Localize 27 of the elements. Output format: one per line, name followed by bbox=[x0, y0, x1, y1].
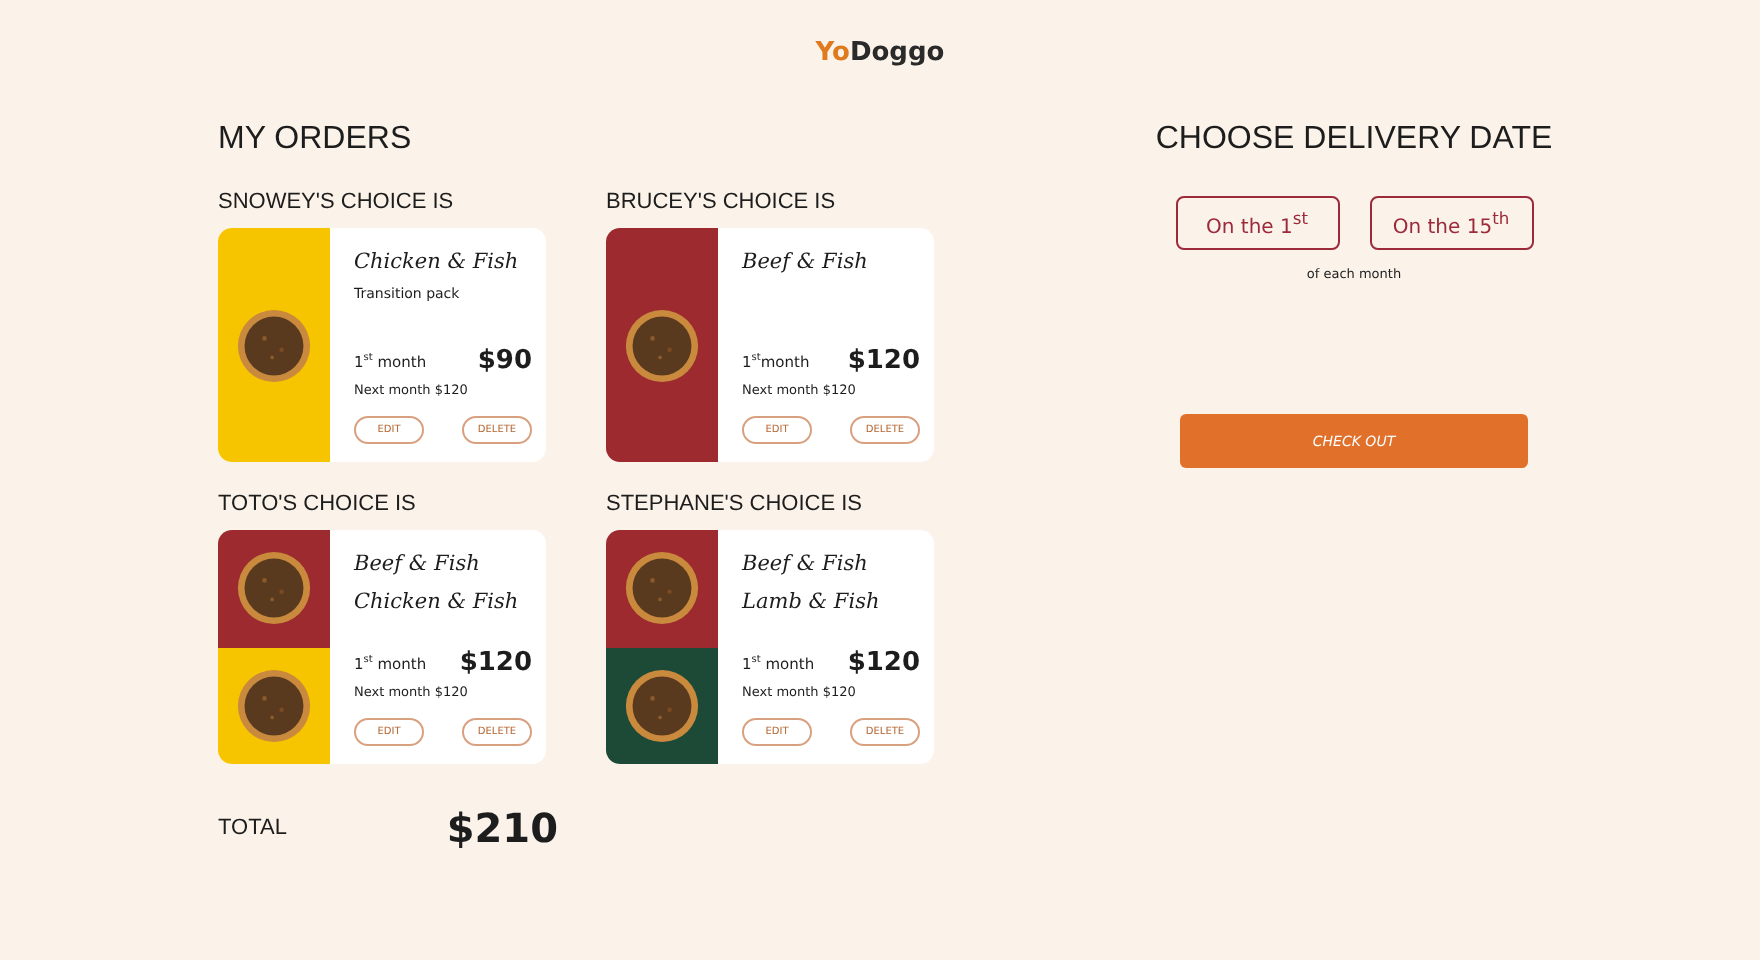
pet-choice-label: STEPHANE'S CHOICE IS bbox=[606, 492, 865, 516]
recipe-name: Chicken & Fish bbox=[354, 248, 521, 278]
food-bowl-icon bbox=[236, 550, 312, 627]
delivery-date-button[interactable]: On the 1$^{st}$ bbox=[1175, 196, 1339, 250]
food-bowl-icon bbox=[236, 307, 312, 383]
recipe-name: Chicken & Fish bbox=[354, 588, 521, 618]
recipe-name: Beef & Fish bbox=[742, 248, 870, 278]
price: $90 bbox=[477, 346, 532, 376]
food-bowl-icon bbox=[624, 550, 700, 627]
price: $120 bbox=[847, 346, 920, 376]
logo[interactable]: YoDoggo bbox=[815, 38, 945, 68]
food-bowl-icon bbox=[236, 667, 312, 744]
delivery-date-button[interactable]: On the 15$^{th}$ bbox=[1369, 196, 1533, 250]
page-title: MY ORDERS bbox=[218, 120, 414, 160]
food-bowl-icon bbox=[624, 307, 700, 383]
recipe-name: Beef & Fish bbox=[354, 550, 482, 580]
total-label: TOTAL bbox=[218, 816, 287, 840]
price: $120 bbox=[847, 648, 920, 678]
total-amount: $210 bbox=[446, 804, 558, 852]
delivery-title: CHOOSE DELIVERY DATE bbox=[1155, 120, 1553, 160]
recipe-name: Lamb & Fish bbox=[742, 588, 882, 618]
pet-choice-label: SNOWEY'S CHOICE IS bbox=[218, 190, 456, 214]
pet-choice-label: TOTO'S CHOICE IS bbox=[218, 492, 418, 516]
price: $120 bbox=[459, 648, 532, 678]
food-bowl-icon bbox=[624, 667, 700, 744]
recipe-name: Beef & Fish bbox=[742, 550, 870, 580]
pet-choice-label: BRUCEY'S CHOICE IS bbox=[606, 190, 838, 214]
